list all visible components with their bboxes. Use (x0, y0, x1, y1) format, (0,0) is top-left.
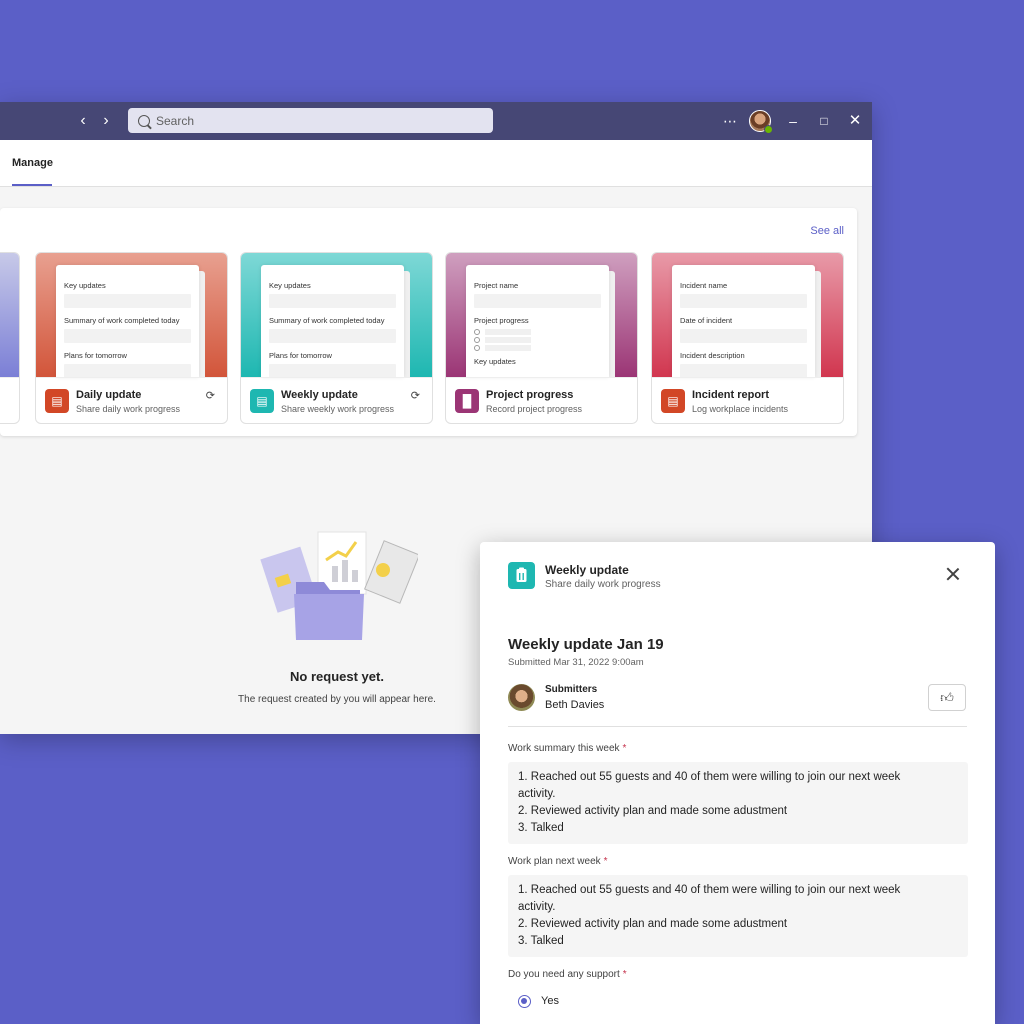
user-avatar[interactable] (749, 110, 773, 134)
card-preview: Incident name Date of incident Incident … (652, 253, 843, 378)
card-preview: Key updates Summary of work completed to… (241, 253, 432, 378)
field-label: Incident description (680, 351, 745, 360)
field-label: Key updates (269, 281, 311, 290)
search-placeholder: Search (156, 113, 195, 128)
clipboard-icon: ▤ (661, 389, 685, 413)
answer-text: 1. Reached out 55 guests and 40 of them … (508, 875, 968, 957)
submitter-avatar (508, 684, 535, 711)
template-card-incident-report[interactable]: Incident name Date of incident Incident … (651, 252, 844, 424)
search-input[interactable]: Search (128, 108, 493, 133)
see-all-link[interactable]: See all (810, 225, 844, 237)
card-subtitle: Share daily work progress (76, 404, 181, 414)
active-tab-indicator (12, 184, 52, 186)
field-label: Summary of work completed today (64, 316, 180, 325)
clipboard-icon (508, 562, 535, 589)
template-card-weekly-update[interactable]: Key updates Summary of work completed to… (240, 252, 433, 424)
answer-text: 1. Reached out 55 guests and 40 of them … (508, 762, 968, 844)
close-icon[interactable] (945, 566, 961, 582)
clipboard-icon: ▤ (250, 389, 274, 413)
submitted-timestamp: Submitted Mar 31, 2022 9:00am (508, 657, 644, 668)
card-preview: Key updates Summary of work completed to… (36, 253, 227, 378)
submitter-name: Beth Davies (545, 699, 605, 711)
card-subtitle: Share weekly work progress (281, 404, 395, 414)
question-label: Do you need any support * (508, 969, 627, 980)
like-button[interactable]: 👍︎ (928, 684, 966, 711)
field-label: Plans for tomorrow (64, 351, 127, 360)
recurring-icon: ⟳ (205, 390, 215, 402)
forward-arrow-icon[interactable]: › (98, 112, 114, 130)
template-card-project-progress[interactable]: Project name Project progress Key update… (445, 252, 638, 424)
presence-available-icon (764, 125, 773, 134)
radio-yes-label: Yes (541, 995, 559, 1007)
tab-manage[interactable]: Manage (12, 157, 53, 169)
empty-state-title: No request yet. (290, 669, 384, 684)
back-arrow-icon[interactable]: ‹ (75, 112, 91, 130)
panel-app-title: Weekly update (545, 563, 629, 577)
template-card-hidden[interactable] (0, 252, 20, 424)
search-icon (138, 114, 150, 127)
field-label: Date of incident (680, 316, 733, 325)
field-label: Project name (474, 281, 519, 290)
more-options-icon[interactable]: ⋯ (721, 111, 739, 131)
clipboard-icon: ▤ (45, 389, 69, 413)
field-label: Plans for tomorrow (269, 351, 332, 360)
field-label: Key updates (64, 281, 106, 290)
card-title: Weekly update (281, 389, 358, 401)
template-card-daily-update[interactable]: Key updates Summary of work completed to… (35, 252, 228, 424)
tab-bar: Manage (0, 140, 872, 187)
card-title: Incident report (692, 389, 770, 401)
card-title: Project progress (486, 389, 574, 401)
empty-state-subtitle: The request created by you will appear h… (238, 694, 436, 705)
question-label: Work plan next week * (508, 856, 608, 867)
submitters-label: Submitters (545, 684, 598, 695)
field-label: Key updates (474, 357, 516, 366)
field-label: Summary of work completed today (269, 316, 385, 325)
radio-yes[interactable] (518, 995, 531, 1008)
minimize-icon[interactable]: – (784, 111, 802, 131)
maximize-icon[interactable]: □ (815, 111, 833, 131)
recurring-icon: ⟳ (410, 390, 420, 402)
response-title: Weekly update Jan 19 (508, 636, 664, 653)
empty-folder-illustration (260, 531, 418, 640)
field-label: Incident name (680, 281, 728, 290)
response-detail-panel: Weekly update Share daily work progress … (480, 542, 995, 1024)
title-bar: ‹ › Search ⋯ – □ ✕ (0, 102, 872, 140)
question-label: Work summary this week * (508, 743, 627, 754)
divider (508, 726, 967, 727)
close-window-icon[interactable]: ✕ (846, 111, 864, 131)
templates-section: See all Key updates Summary of work comp… (0, 208, 857, 436)
field-label: Project progress (474, 316, 529, 325)
chart-icon: █ (455, 389, 479, 413)
card-preview: Project name Project progress Key update… (446, 253, 637, 377)
card-title: Daily update (76, 389, 142, 401)
card-subtitle: Log workplace incidents (692, 404, 789, 414)
panel-app-subtitle: Share daily work progress (545, 579, 661, 590)
card-subtitle: Record project progress (486, 404, 583, 414)
thumbs-up-icon: 👍︎ (940, 690, 954, 705)
